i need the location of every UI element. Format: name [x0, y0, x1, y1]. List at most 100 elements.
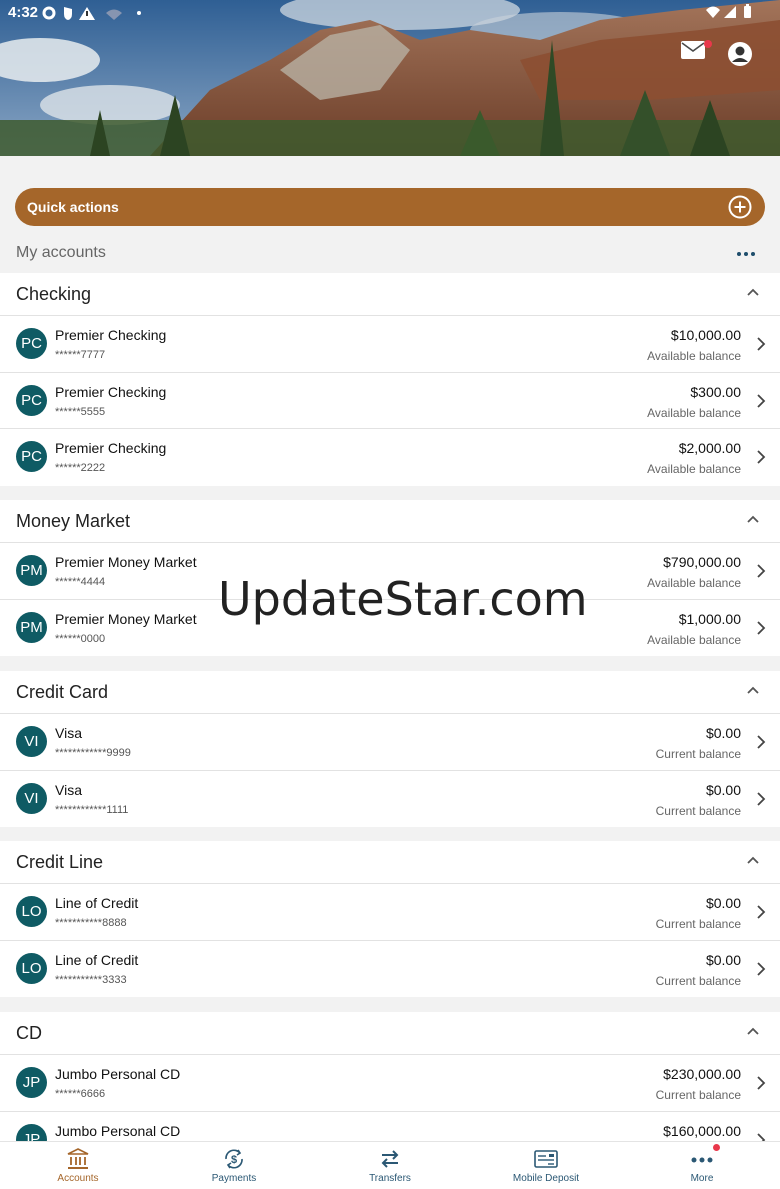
account-avatar: PM: [16, 555, 47, 586]
account-number: ******4444: [55, 576, 106, 588]
account-avatar: PM: [16, 611, 47, 643]
account-avatar: LO: [16, 896, 47, 927]
account-row[interactable]: PC Premier Checking ******2222 $2,000.00 Ava…: [0, 429, 780, 486]
nav-more[interactable]: More: [624, 1142, 780, 1189]
account-balance-label: Available balance: [647, 405, 741, 420]
profile-button[interactable]: [726, 40, 756, 70]
my-accounts-heading: My accounts: [16, 244, 106, 261]
chevron-right-icon: [757, 337, 766, 351]
account-group-title: Credit Card: [16, 681, 109, 702]
account-name: Visa: [55, 781, 82, 798]
account-number: ***********8888: [55, 917, 127, 929]
mail-icon: [681, 41, 705, 59]
watermark: UpdateStar.com: [218, 572, 588, 626]
account-number: ************1111: [55, 803, 129, 816]
chevron-right-icon: [757, 905, 766, 919]
account-balance: $0.00: [705, 725, 741, 741]
nav-payments-label: Payments: [211, 1173, 257, 1184]
account-group-title: Credit Line: [16, 851, 104, 872]
account-row[interactable]: PC Premier Checking ******7777 $10,000.00 Av…: [0, 316, 780, 373]
chevron-up-icon[interactable]: [746, 1026, 760, 1036]
account-avatar: VI: [16, 782, 47, 814]
nav-mobile-deposit-label: Mobile Deposit: [512, 1173, 580, 1184]
account-group-header[interactable]: Credit Card: [0, 671, 780, 714]
more-dots-icon: [691, 1157, 713, 1163]
chevron-right-icon: [757, 393, 766, 408]
account-name: Jumbo Personal CD: [55, 1066, 181, 1082]
account-balance-label: Available balance: [647, 462, 741, 476]
account-balance: $1,000.00: [678, 610, 741, 627]
account-row[interactable]: PC Premier Checking ******5555 $300.00 Avail…: [0, 373, 780, 429]
chevron-up-icon[interactable]: [746, 287, 760, 297]
account-group: Checking PC Premier Checking ******7777 $10,…: [0, 273, 780, 486]
account-balance: $160,000.00: [663, 1122, 741, 1139]
account-name: Premier Checking: [55, 383, 167, 400]
nav-accounts-label: Accounts: [57, 1173, 99, 1184]
account-group-header[interactable]: Checking: [0, 273, 780, 316]
account-balance: $0.00: [705, 781, 741, 798]
account-group-title: CD: [16, 1022, 42, 1043]
account-balance-label: Available balance: [647, 576, 741, 590]
payments-icon: $: [225, 1149, 243, 1169]
chevron-right-icon: [757, 961, 766, 976]
nav-more-label: More: [690, 1173, 714, 1184]
account-balance: $230,000.00: [663, 1066, 741, 1082]
chevron-right-icon: [757, 620, 766, 635]
account-avatar: JP: [16, 1067, 47, 1098]
nav-accounts[interactable]: Accounts: [0, 1142, 156, 1189]
chevron-up-icon[interactable]: [746, 514, 760, 524]
account-group-header[interactable]: Money Market: [0, 500, 780, 543]
account-circle-icon: [728, 42, 752, 66]
account-name: Premier Checking: [55, 440, 167, 456]
nav-mobile-deposit[interactable]: Mobile Deposit: [468, 1142, 624, 1189]
more-notification-dot: [713, 1144, 720, 1151]
chevron-up-icon[interactable]: [746, 685, 760, 695]
account-row[interactable]: VI Visa ************1111 $0.00 Current balan…: [0, 771, 780, 828]
nav-transfers[interactable]: Transfers: [312, 1142, 468, 1189]
account-name: Line of Credit: [55, 951, 139, 968]
account-number: ***********3333: [55, 973, 127, 986]
quick-actions-button[interactable]: Quick actions: [15, 188, 765, 226]
account-group-title: Money Market: [16, 510, 131, 531]
chevron-up-icon[interactable]: [746, 855, 760, 865]
account-balance-label: Available balance: [647, 349, 741, 363]
account-avatar: LO: [16, 952, 47, 984]
account-balance-label: Current balance: [655, 803, 741, 818]
account-balance: $790,000.00: [663, 554, 741, 570]
account-balance: $10,000.00: [670, 327, 741, 343]
account-number: ******6666: [55, 1088, 106, 1100]
status-notification-icons: [42, 6, 141, 20]
account-balance: $2,000.00: [678, 440, 741, 456]
account-balance: $0.00: [705, 951, 741, 968]
account-balance-label: Current balance: [655, 747, 741, 761]
account-number: ******5555: [55, 405, 106, 418]
account-row[interactable]: VI Visa ************9999 $0.00 Current balan…: [0, 714, 780, 771]
account-group-header[interactable]: Credit Line: [0, 841, 780, 884]
account-group-header[interactable]: CD: [0, 1012, 780, 1055]
account-name: Jumbo Personal CD: [55, 1122, 181, 1139]
account-number: ******0000: [55, 632, 106, 645]
account-name: Line of Credit: [55, 895, 139, 911]
account-row[interactable]: LO Line of Credit ***********8888 $0.00 Curr…: [0, 884, 780, 941]
nav-payments[interactable]: $ Payments: [156, 1142, 312, 1189]
messages-button[interactable]: [680, 40, 712, 70]
chevron-right-icon: [757, 735, 766, 749]
account-number: ******2222: [55, 462, 106, 474]
account-avatar: VI: [16, 726, 47, 757]
account-row[interactable]: LO Line of Credit ***********3333 $0.00 Curr…: [0, 941, 780, 998]
quick-actions-label: Quick actions: [27, 199, 119, 215]
check-deposit-icon: [534, 1150, 558, 1168]
add-circle-icon: [728, 195, 752, 219]
account-number: ************9999: [55, 747, 131, 759]
accounts-more-options-icon[interactable]: [737, 252, 755, 256]
account-number: ******7777: [55, 349, 106, 361]
account-avatar: PC: [16, 441, 47, 472]
chevron-right-icon: [757, 564, 766, 578]
nav-transfers-label: Transfers: [369, 1173, 411, 1184]
account-group: Credit Card VI Visa ************9999 $0.00 Cu…: [0, 671, 780, 827]
account-balance: $300.00: [690, 383, 741, 400]
chevron-right-icon: [757, 450, 766, 464]
account-name: Premier Money Market: [55, 554, 197, 570]
account-balance-label: Available balance: [647, 632, 741, 647]
account-row[interactable]: JP Jumbo Personal CD ******6666 $230,000.00…: [0, 1055, 780, 1112]
